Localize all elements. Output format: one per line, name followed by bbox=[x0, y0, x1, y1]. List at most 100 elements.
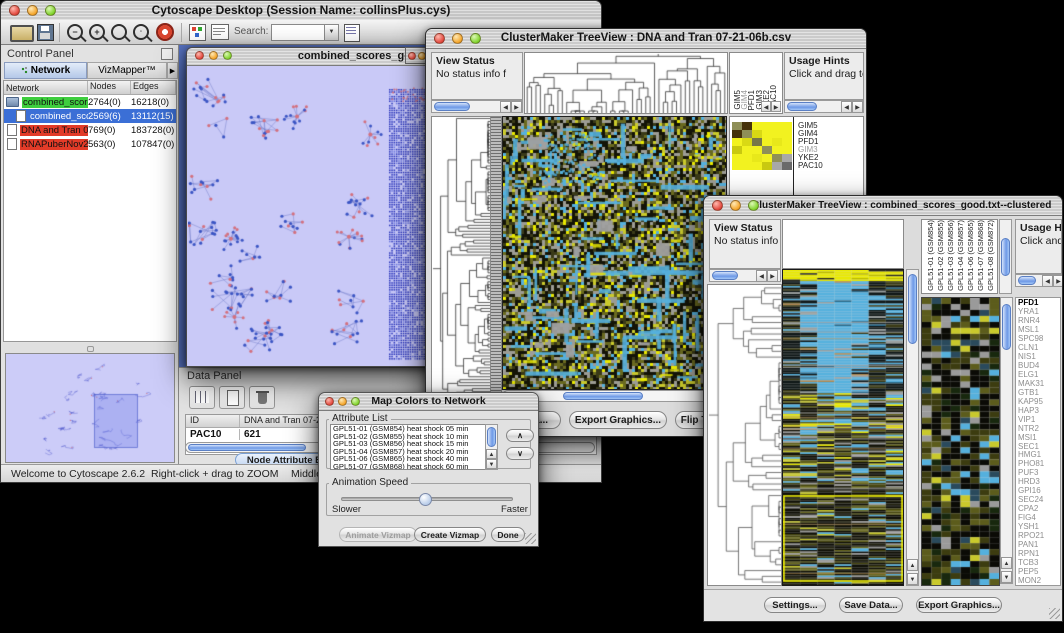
tv2-status-hscrollbar[interactable]: ◀ ▶ bbox=[709, 269, 781, 282]
save-icon[interactable] bbox=[37, 24, 54, 41]
network-list-row[interactable]: RNAPuberNov2+!563(0)107847(0) bbox=[4, 137, 176, 151]
matrix-cell[interactable] bbox=[742, 138, 752, 146]
matrix-cell[interactable] bbox=[752, 130, 762, 138]
scroll-thumb[interactable] bbox=[434, 102, 470, 111]
resize-grip[interactable] bbox=[1049, 608, 1060, 619]
tv1-column-dendrogram-panel[interactable] bbox=[524, 52, 728, 114]
minimize-button[interactable] bbox=[730, 200, 741, 211]
matrix-cell[interactable] bbox=[732, 138, 742, 146]
matrix-cell[interactable] bbox=[732, 162, 742, 170]
matrix-cell[interactable] bbox=[742, 154, 752, 162]
scroll-thumb[interactable] bbox=[787, 102, 817, 111]
treeview2-titlebar[interactable]: ClusterMaker TreeView : combined_scores_… bbox=[704, 196, 1062, 216]
tv1-heatmap-canvas[interactable] bbox=[502, 116, 727, 390]
matrix-cell[interactable] bbox=[772, 154, 782, 162]
matrix-cell[interactable] bbox=[732, 130, 742, 138]
zoom-in-icon[interactable]: + bbox=[89, 24, 105, 40]
close-button[interactable] bbox=[9, 5, 20, 16]
select-attributes-icon[interactable] bbox=[189, 386, 215, 409]
matrix-cell[interactable] bbox=[782, 154, 792, 162]
attribute-listbox[interactable]: GPL51-01 (GSM854) heat shock 05 minGPL51… bbox=[330, 424, 498, 470]
search-dropdown-arrow[interactable]: ▼ bbox=[324, 24, 339, 41]
scroll-left-arrow[interactable]: ◀ bbox=[841, 101, 852, 113]
open-folder-icon[interactable] bbox=[10, 25, 34, 42]
matrix-cell[interactable] bbox=[752, 138, 762, 146]
scroll-down-arrow[interactable]: ▼ bbox=[907, 573, 918, 585]
header-edges[interactable]: Edges bbox=[131, 81, 176, 94]
row-dendrogram-canvas[interactable] bbox=[432, 117, 490, 399]
matrix-cell[interactable] bbox=[742, 146, 752, 154]
zoom-button[interactable] bbox=[223, 51, 232, 60]
zoom-button[interactable] bbox=[748, 200, 759, 211]
scroll-right-arrow[interactable]: ▶ bbox=[771, 101, 781, 112]
tab-vizmapper[interactable]: VizMapper™ bbox=[87, 62, 167, 79]
matrix-cell[interactable] bbox=[762, 138, 772, 146]
matrix-cell[interactable] bbox=[742, 162, 752, 170]
minimize-button[interactable] bbox=[338, 397, 347, 406]
close-button[interactable] bbox=[325, 397, 334, 406]
new-attribute-icon[interactable] bbox=[219, 386, 245, 409]
zoom-button[interactable] bbox=[470, 33, 481, 44]
network-list-row[interactable]: DNA and Tran 07769(0)183728(0) bbox=[4, 123, 176, 137]
matrix-cell[interactable] bbox=[782, 130, 792, 138]
float-panel-icon[interactable] bbox=[161, 48, 173, 60]
header-network[interactable]: Network bbox=[4, 81, 88, 94]
scroll-up-arrow[interactable]: ▲ bbox=[1001, 557, 1012, 569]
scroll-thumb[interactable] bbox=[563, 392, 643, 400]
matrix-cell[interactable] bbox=[762, 130, 772, 138]
tab-network[interactable]: Network bbox=[4, 62, 87, 79]
search-input[interactable] bbox=[271, 24, 327, 41]
zoom-selected-icon[interactable] bbox=[111, 24, 127, 40]
attribute-list-item[interactable]: GPL51-07 (GSM868) heat shock 60 min bbox=[331, 463, 497, 470]
scroll-thumb[interactable] bbox=[1002, 304, 1011, 350]
vizmap-icon[interactable] bbox=[189, 24, 206, 41]
scroll-thumb[interactable] bbox=[712, 271, 738, 280]
tv2-row-dendrogram-panel[interactable] bbox=[707, 284, 782, 586]
zoom-button[interactable] bbox=[351, 397, 360, 406]
matrix-cell[interactable] bbox=[762, 122, 772, 130]
network-list-row[interactable]: combined_scores2764(0)16218(0) bbox=[4, 95, 176, 109]
matrix-cell[interactable] bbox=[772, 162, 782, 170]
matrix-cell[interactable] bbox=[742, 130, 752, 138]
zoom-out-icon[interactable]: − bbox=[67, 24, 83, 40]
panel-splitter[interactable] bbox=[3, 343, 177, 353]
animate-vizmap-button[interactable]: Animate Vizmap bbox=[339, 527, 417, 542]
matrix-cell[interactable] bbox=[732, 146, 742, 154]
tv2-zoom-vscrollbar[interactable]: ▲ ▼ bbox=[1000, 297, 1013, 584]
tv1-row-dendrogram-panel[interactable] bbox=[431, 116, 491, 400]
tv1-zoom-matrix[interactable] bbox=[732, 122, 792, 170]
matrix-cell[interactable] bbox=[752, 162, 762, 170]
attribute-browser-icon[interactable] bbox=[344, 24, 360, 42]
tv2-heatmap-canvas[interactable] bbox=[782, 269, 904, 586]
main-titlebar[interactable]: Cytoscape Desktop (Session Name: collins… bbox=[1, 1, 601, 21]
close-button[interactable] bbox=[712, 200, 723, 211]
tab-overflow-arrow[interactable]: ▶ bbox=[167, 62, 178, 79]
tv2-save-data-button[interactable]: Save Data... bbox=[839, 597, 903, 613]
matrix-cell[interactable] bbox=[752, 146, 762, 154]
background-window-fragment[interactable] bbox=[405, 47, 427, 64]
matrix-cell[interactable] bbox=[752, 122, 762, 130]
matrix-cell[interactable] bbox=[732, 122, 742, 130]
minimize-button[interactable] bbox=[452, 33, 463, 44]
move-down-button[interactable]: ∨ bbox=[506, 447, 534, 460]
scroll-up-arrow[interactable]: ▲ bbox=[907, 559, 918, 571]
matrix-cell[interactable] bbox=[742, 122, 752, 130]
network-overview[interactable] bbox=[5, 353, 175, 463]
scroll-thumb[interactable] bbox=[487, 427, 496, 447]
tv2-heatmap-vscrollbar[interactable]: ▲ ▼ bbox=[906, 269, 919, 586]
create-vizmap-button[interactable]: Create Vizmap bbox=[414, 527, 486, 542]
zoom-button[interactable] bbox=[45, 5, 56, 16]
annotation-icon[interactable] bbox=[211, 24, 229, 40]
scroll-left-arrow[interactable]: ◀ bbox=[500, 101, 511, 113]
scroll-down-arrow[interactable]: ▼ bbox=[1001, 571, 1012, 583]
matrix-cell[interactable] bbox=[762, 154, 772, 162]
matrix-cell[interactable] bbox=[782, 138, 792, 146]
attribute-list-vscrollbar[interactable]: ▲ ▼ bbox=[485, 424, 498, 470]
tv1-row-label[interactable]: PAC10 bbox=[798, 162, 823, 170]
scroll-up-arrow[interactable]: ▲ bbox=[486, 449, 497, 459]
matrix-cell[interactable] bbox=[782, 162, 792, 170]
matrix-cell[interactable] bbox=[782, 146, 792, 154]
close-button[interactable] bbox=[408, 52, 416, 60]
scroll-right-arrow[interactable]: ▶ bbox=[852, 101, 863, 113]
move-up-button[interactable]: ∧ bbox=[506, 429, 534, 442]
